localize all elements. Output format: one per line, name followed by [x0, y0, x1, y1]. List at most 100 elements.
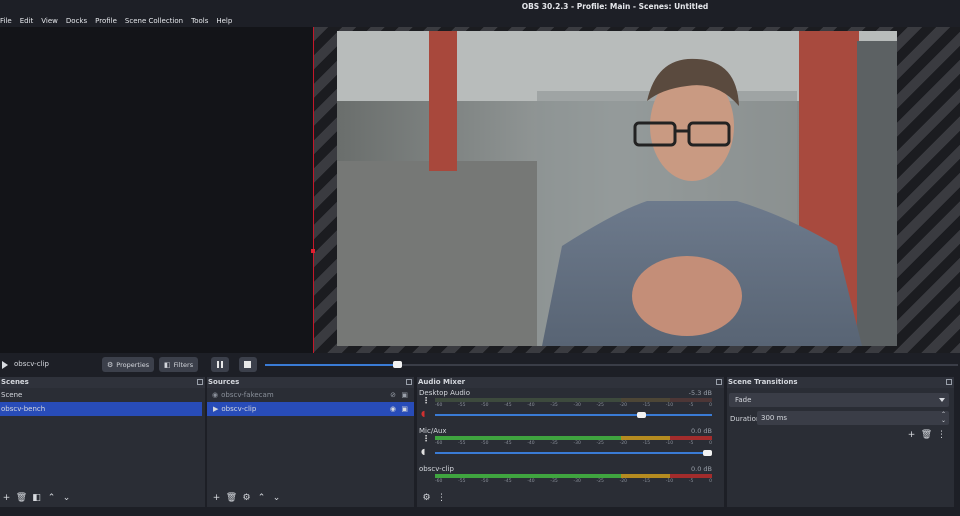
- sources-dock-title: Sources: [208, 378, 240, 386]
- channel-db: 0.0 dB: [691, 465, 712, 473]
- properties-button-label: Properties: [116, 360, 150, 369]
- volume-meter: [435, 398, 712, 402]
- duration-spinbox[interactable]: 300 ms ⌃ ⌄: [757, 411, 949, 425]
- title-bar: OBS 30.2.3 - Profile: Main - Scenes: Unt…: [0, 0, 960, 14]
- pause-icon: [217, 361, 223, 368]
- move-up-icon[interactable]: ⌃: [45, 491, 58, 504]
- menu-edit[interactable]: Edit: [20, 17, 34, 25]
- media-play-icon: ▶: [213, 405, 219, 413]
- muted-speaker-icon[interactable]: ◖: [421, 409, 425, 418]
- source-item-selected[interactable]: ▶ obscv-clip ◉ ▣: [207, 402, 414, 416]
- menu-docks[interactable]: Docks: [66, 17, 87, 25]
- transition-select-value: Fade: [735, 396, 752, 404]
- media-controls-bar: obscv-clip ⚙ Properties ◧ Filters: [0, 353, 960, 376]
- sources-dock: Sources ◉ obscv-fakecam ⊘ ▣ ▶ obscv-clip…: [207, 377, 414, 507]
- scenes-dock-title: Scenes: [1, 378, 29, 386]
- move-down-icon[interactable]: ⌄: [270, 491, 283, 504]
- current-source-name: obscv-clip: [14, 360, 49, 368]
- mixer-toolbar: ⚙ ⋮: [420, 491, 450, 504]
- volume-slider[interactable]: [435, 412, 712, 418]
- mixer-channel-mic-aux: Mic/Aux 0.0 dB ⋮ -60 -55 -50 -45 -40 -35 -30 -2…: [417, 426, 724, 464]
- channel-db: 0.0 dB: [691, 427, 712, 435]
- audio-mixer-header: Audio Mixer: [417, 377, 724, 388]
- move-up-icon[interactable]: ⌃: [255, 491, 268, 504]
- transitions-toolbar: + 🗑 ⋮: [905, 428, 950, 441]
- source-item-label: obscv-clip: [221, 405, 257, 413]
- properties-button[interactable]: ⚙ Properties: [102, 357, 155, 372]
- add-scene-icon[interactable]: +: [0, 491, 13, 504]
- pause-button[interactable]: [211, 357, 229, 372]
- volume-slider[interactable]: [435, 450, 712, 456]
- seek-progress-fill: [265, 364, 397, 366]
- visibility-icon[interactable]: ◉: [390, 405, 396, 413]
- menu-view[interactable]: View: [41, 17, 58, 25]
- volume-meter: [435, 474, 712, 478]
- menu-file[interactable]: File: [0, 17, 12, 25]
- lock-icon[interactable]: ▣: [401, 405, 408, 413]
- scene-transitions-title: Scene Transitions: [728, 378, 798, 386]
- video-source-frame[interactable]: [337, 31, 897, 346]
- menu-help[interactable]: Help: [216, 17, 232, 25]
- lock-icon[interactable]: ▣: [401, 391, 408, 399]
- window-title: OBS 30.2.3 - Profile: Main - Scenes: Unt…: [521, 2, 709, 11]
- transition-select[interactable]: Fade: [729, 393, 949, 407]
- meter-scale: -60 -55 -50 -45 -40 -35 -30 -25 -20 -15 -10 -5 0: [435, 479, 712, 484]
- volume-handle[interactable]: [636, 412, 646, 418]
- camera-icon: ◉: [212, 391, 219, 399]
- audio-mixer-dock: Audio Mixer Desktop Audio -5.3 dB ⋮ -60-…: [417, 377, 724, 507]
- scene-transitions-header: Scene Transitions: [727, 377, 954, 388]
- stop-button[interactable]: [239, 357, 257, 372]
- source-item-label: obscv-fakecam: [221, 391, 274, 399]
- preview-area[interactable]: [0, 27, 960, 353]
- gear-icon: ⚙: [107, 360, 114, 369]
- scene-item-label: obscv-bench: [1, 405, 46, 413]
- undock-icon[interactable]: [716, 379, 722, 385]
- sources-toolbar: + 🗑 ⚙ ⌃ ⌄: [210, 491, 285, 504]
- filters-icon: ◧: [164, 360, 171, 369]
- media-seek-slider[interactable]: [265, 361, 958, 368]
- volume-meter: [435, 436, 712, 440]
- source-play-icon: [2, 361, 8, 369]
- speaker-icon[interactable]: ◖: [421, 447, 425, 456]
- sources-dock-header: Sources: [207, 377, 414, 388]
- chevron-down-icon: [939, 398, 945, 402]
- canvas-edge-marker: [311, 249, 315, 253]
- remove-scene-icon[interactable]: 🗑: [15, 491, 28, 504]
- filters-button-label: Filters: [173, 360, 194, 369]
- scenes-dock: Scenes Scene obscv-bench + 🗑 ◧ ⌃ ⌄: [0, 377, 205, 507]
- undock-icon[interactable]: [197, 379, 203, 385]
- menu-tools[interactable]: Tools: [191, 17, 208, 25]
- scene-item[interactable]: Scene: [0, 388, 205, 402]
- scene-transitions-dock: Scene Transitions Fade Duration 300 ms ⌃…: [727, 377, 954, 507]
- channel-menu-icon[interactable]: ⋮: [422, 434, 430, 443]
- audio-mixer-title: Audio Mixer: [418, 378, 466, 386]
- menu-scene-collection[interactable]: Scene Collection: [125, 17, 183, 25]
- remove-transition-icon[interactable]: 🗑: [920, 428, 933, 441]
- visibility-hidden-icon[interactable]: ⊘: [390, 391, 396, 399]
- undock-icon[interactable]: [406, 379, 412, 385]
- scene-filters-icon[interactable]: ◧: [30, 491, 43, 504]
- transition-menu-icon[interactable]: ⋮: [935, 428, 948, 441]
- mixer-channel-obscv-clip: obscv-clip 0.0 dB -60 -55 -50 -45 -40 -35 -30-…: [417, 464, 724, 502]
- volume-handle[interactable]: [703, 450, 712, 456]
- move-down-icon[interactable]: ⌄: [60, 491, 73, 504]
- add-transition-icon[interactable]: +: [905, 428, 918, 441]
- scene-item-selected[interactable]: obscv-bench: [0, 402, 202, 416]
- menu-bar: File Edit View Docks Profile Scene Colle…: [0, 14, 960, 28]
- filters-button[interactable]: ◧ Filters: [159, 357, 199, 372]
- advanced-audio-properties-icon[interactable]: ⚙: [420, 491, 433, 504]
- source-item[interactable]: ◉ obscv-fakecam ⊘ ▣: [207, 388, 414, 402]
- spin-down-icon[interactable]: ⌄: [941, 417, 946, 424]
- seek-handle[interactable]: [392, 361, 402, 368]
- remove-source-icon[interactable]: 🗑: [225, 491, 238, 504]
- undock-icon[interactable]: [946, 379, 952, 385]
- mixer-menu-icon[interactable]: ⋮: [435, 491, 448, 504]
- scenes-toolbar: + 🗑 ◧ ⌃ ⌄: [0, 491, 75, 504]
- menu-profile[interactable]: Profile: [95, 17, 117, 25]
- meter-scale: -60 -55 -50 -45 -40 -35 -30 -25 -20 -15 -10 -5 0: [435, 441, 712, 446]
- scenes-dock-header: Scenes: [0, 377, 205, 388]
- source-properties-icon[interactable]: ⚙: [240, 491, 253, 504]
- status-bar: [0, 507, 960, 516]
- add-source-icon[interactable]: +: [210, 491, 223, 504]
- channel-menu-icon[interactable]: ⋮: [422, 396, 430, 405]
